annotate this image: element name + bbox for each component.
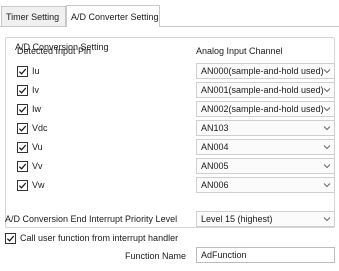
check-icon <box>18 125 27 132</box>
pin-label: Iv <box>32 85 40 95</box>
check-icon <box>18 68 27 75</box>
channel-select-vv[interactable]: AN005 <box>196 158 335 174</box>
select-value: AN006 <box>201 180 229 190</box>
checkbox[interactable] <box>5 232 16 244</box>
chevron-down-icon <box>323 67 331 75</box>
pin-label: Iu <box>32 66 40 76</box>
pin-label: Iw <box>32 104 41 114</box>
check-icon <box>6 235 15 242</box>
select-value: AN103 <box>201 123 229 133</box>
check-icon <box>18 106 27 113</box>
interrupt-priority-label: A/D Conversion End Interrupt Priority Le… <box>5 214 178 224</box>
input-value: AdFunction <box>201 250 247 260</box>
analog-input-channel-header: Analog Input Channel <box>196 46 283 56</box>
check-icon <box>18 182 27 189</box>
detected-input-pin-header: Detected Input Pin <box>17 46 92 56</box>
checkbox[interactable] <box>17 122 28 134</box>
function-name-input[interactable]: AdFunction <box>196 247 335 263</box>
channel-select-iv[interactable]: AN001(sample-and-hold used) <box>196 82 335 98</box>
select-value: AN001(sample-and-hold used) <box>201 85 324 95</box>
pin-checkbox-vdc[interactable]: Vdc <box>17 121 48 135</box>
select-value: AN005 <box>201 161 229 171</box>
chevron-down-icon <box>323 124 331 132</box>
interrupt-priority-select[interactable]: Level 15 (highest) <box>196 211 335 227</box>
ad-converter-panel: A/D Conversion Setting Detected Input Pi… <box>0 27 339 271</box>
chevron-down-icon <box>323 181 331 189</box>
tab-bar: Timer Setting A/D Converter Setting <box>0 0 339 28</box>
call-user-function-checkbox[interactable]: Call user function from interrupt handle… <box>5 231 178 245</box>
checkbox[interactable] <box>17 160 28 172</box>
pin-checkbox-iv[interactable]: Iv <box>17 83 39 97</box>
chevron-down-icon <box>323 143 331 151</box>
checkbox[interactable] <box>17 103 28 115</box>
chevron-down-icon <box>323 86 331 94</box>
channel-select-iu[interactable]: AN000(sample-and-hold used) <box>196 63 335 79</box>
check-icon <box>18 163 27 170</box>
function-name-label: Function Name <box>125 251 187 261</box>
pin-label: Vdc <box>32 123 48 133</box>
pin-checkbox-iw[interactable]: Iw <box>17 102 41 116</box>
select-value: AN002(sample-and-hold used) <box>201 104 324 114</box>
channel-select-vw[interactable]: AN006 <box>196 177 335 193</box>
tab-ad-converter-setting[interactable]: A/D Converter Setting <box>66 5 160 27</box>
pin-label: Vu <box>32 142 43 152</box>
channel-select-iw[interactable]: AN002(sample-and-hold used) <box>196 101 335 117</box>
channel-select-vu[interactable]: AN004 <box>196 139 335 155</box>
checkbox-label: Call user function from interrupt handle… <box>20 233 179 243</box>
chevron-down-icon <box>323 215 331 223</box>
checkbox[interactable] <box>17 141 28 153</box>
select-value: Level 15 (highest) <box>201 214 273 224</box>
checkbox[interactable] <box>17 65 28 77</box>
pin-checkbox-iu[interactable]: Iu <box>17 64 40 78</box>
check-icon <box>18 144 27 151</box>
select-value: AN000(sample-and-hold used) <box>201 66 324 76</box>
pin-label: Vw <box>32 180 45 190</box>
chevron-down-icon <box>323 162 331 170</box>
pin-checkbox-vw[interactable]: Vw <box>17 178 45 192</box>
chevron-down-icon <box>323 105 331 113</box>
pin-label: Vv <box>32 161 43 171</box>
check-icon <box>18 87 27 94</box>
select-value: AN004 <box>201 142 229 152</box>
checkbox[interactable] <box>17 179 28 191</box>
tab-label: A/D Converter Setting <box>71 11 159 22</box>
tab-timer-setting[interactable]: Timer Setting <box>1 6 66 26</box>
pin-checkbox-vu[interactable]: Vu <box>17 140 43 154</box>
checkbox[interactable] <box>17 84 28 96</box>
channel-select-vdc[interactable]: AN103 <box>196 120 335 136</box>
pin-checkbox-vv[interactable]: Vv <box>17 159 43 173</box>
tab-label: Timer Setting <box>6 11 60 22</box>
